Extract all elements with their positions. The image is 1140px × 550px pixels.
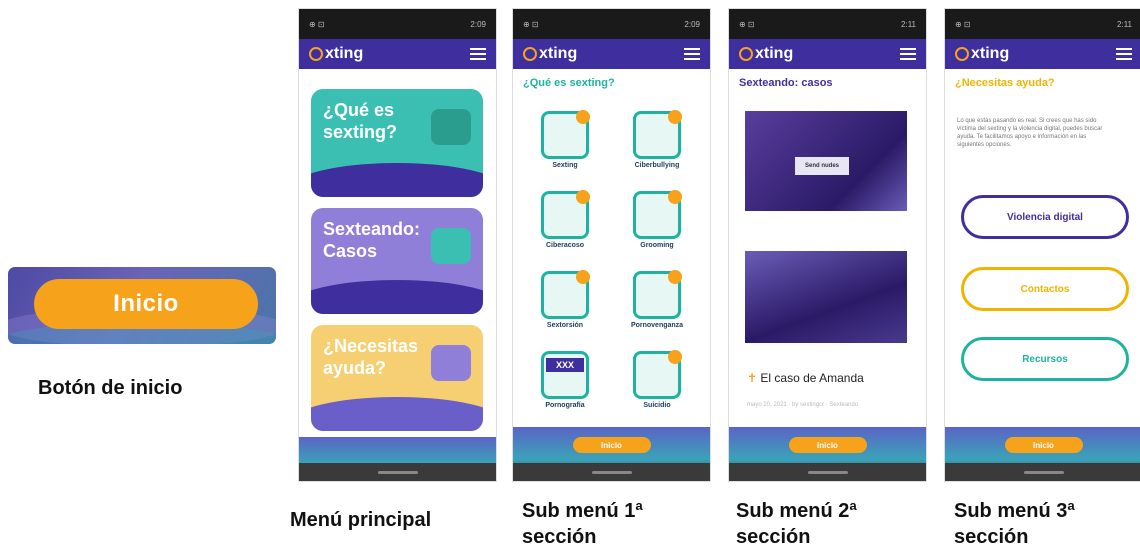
hamburger-menu-icon[interactable] — [470, 48, 486, 60]
app-logo[interactable]: xting — [739, 45, 793, 63]
start-button[interactable]: Inicio — [34, 279, 258, 329]
logo-icon — [309, 47, 323, 61]
hamburger-menu-icon[interactable] — [684, 48, 700, 60]
system-nav-bar — [945, 463, 1140, 481]
chat-heart-icon — [431, 109, 471, 145]
topic-sexting[interactable]: Sexting — [533, 110, 597, 177]
topic-icon — [633, 110, 682, 159]
topic-icon — [633, 270, 682, 319]
footer-start-button[interactable]: Inicio — [1004, 437, 1083, 453]
topic-sextorsion[interactable]: Sextorsión — [533, 270, 597, 337]
topic-icon — [541, 110, 590, 159]
footer-start-button[interactable]: Inicio — [788, 437, 867, 453]
card-necesitas-ayuda[interactable]: ¿Necesitas ayuda? — [311, 325, 483, 431]
app-bar: xting — [945, 39, 1140, 69]
topic-icon — [633, 190, 682, 239]
violencia-digital-button[interactable]: Violencia digital — [961, 195, 1129, 239]
system-nav-bar — [299, 463, 496, 481]
phone-heart-icon — [431, 228, 471, 264]
case-title[interactable]: ✝ El caso de Amanda — [747, 371, 864, 385]
topic-pornografia[interactable]: XXX Pornografía — [533, 351, 597, 417]
topic-icon: XXX — [541, 351, 589, 399]
logo-icon — [739, 47, 753, 61]
status-bar: ⊕ ⊡ 2:09 — [513, 9, 710, 39]
system-nav-bar — [729, 463, 926, 481]
topic-ciberbullying[interactable]: Ciberbullying — [625, 110, 689, 177]
hamburger-menu-icon[interactable] — [900, 48, 916, 60]
send-nudes-overlay: Send nudes — [795, 157, 849, 175]
card-label: ¿Qué es sexting? — [323, 100, 398, 142]
app-bar: xting — [729, 39, 926, 69]
topic-grooming[interactable]: Grooming — [625, 190, 689, 257]
start-button-sample: Inicio — [8, 267, 276, 344]
app-bar: xting — [513, 39, 710, 69]
helping-hands-icon — [431, 345, 471, 381]
page-title: ¿Necesitas ayuda? — [955, 77, 1055, 89]
intro-text: Lo que estás pasando es real. Si crees q… — [957, 118, 1103, 148]
phone-main-menu: ⊕ ⊡ 2:09 xting ¿Qué es sexting? Sexteand… — [298, 8, 497, 482]
pin-icon: ✝ — [747, 371, 758, 385]
app-logo[interactable]: xting — [309, 45, 363, 63]
topic-icon — [541, 270, 590, 319]
topic-ciberacoso[interactable]: Ciberacoso — [533, 190, 597, 257]
hamburger-menu-icon[interactable] — [1116, 48, 1132, 60]
phone-sub-menu-1: ⊕ ⊡ 2:09 xting ¿Qué es sexting? Sexting … — [512, 8, 711, 482]
card-label: ¿Necesitas ayuda? — [323, 336, 419, 378]
footer-start-button[interactable]: Inicio — [572, 437, 651, 453]
contactos-button[interactable]: Contactos — [961, 267, 1129, 311]
recursos-button[interactable]: Recursos — [961, 337, 1129, 381]
logo-icon — [523, 47, 537, 61]
footer-wave: Inicio — [945, 427, 1140, 481]
case-photo-1[interactable]: Send nudes — [745, 111, 907, 211]
page-title: Sexteando: casos — [739, 77, 833, 89]
case-meta: mayo 20, 2021 · by sextingcr · Sexteando — [747, 402, 859, 408]
status-bar: ⊕ ⊡ 2:09 — [299, 9, 496, 39]
card-label: Sexteando: Casos — [323, 219, 421, 261]
topic-pornovenganza[interactable]: Pornovenganza — [625, 270, 689, 337]
app-logo[interactable]: xting — [523, 45, 577, 63]
app-bar: xting — [299, 39, 496, 69]
case-photo-2[interactable] — [745, 251, 907, 343]
caption-main-menu: Menú principal — [290, 509, 432, 531]
logo-icon — [955, 47, 969, 61]
footer-wave: Inicio — [729, 427, 926, 481]
status-bar: ⊕ ⊡ 2:11 — [729, 9, 926, 39]
xxx-badge: XXX — [546, 358, 584, 372]
card-que-es-sexting[interactable]: ¿Qué es sexting? — [311, 89, 483, 197]
topic-icon — [541, 190, 590, 239]
caption-sub3: Sub menú 3ª sección — [954, 500, 1075, 548]
page-title: ¿Qué es sexting? — [523, 77, 615, 89]
card-sexteando-casos[interactable]: Sexteando: Casos — [311, 208, 483, 314]
phone-sub-menu-3: ⊕ ⊡ 2:11 xting ¿Necesitas ayuda? Lo que … — [944, 8, 1140, 482]
phone-sub-menu-2: ⊕ ⊡ 2:11 xting Sexteando: casos Send nud… — [728, 8, 927, 482]
footer-wave: Inicio — [513, 427, 710, 481]
topic-suicidio[interactable]: Suicidio — [625, 350, 689, 417]
caption-sub2: Sub menú 2ª sección — [736, 500, 857, 548]
caption-sub1: Sub menú 1ª sección — [522, 500, 643, 548]
system-nav-bar — [513, 463, 710, 481]
start-button-caption: Botón de inicio — [38, 377, 183, 399]
topic-icon — [633, 350, 682, 399]
status-bar: ⊕ ⊡ 2:11 — [945, 9, 1140, 39]
footer-wave — [299, 437, 496, 481]
app-logo[interactable]: xting — [955, 45, 1009, 63]
